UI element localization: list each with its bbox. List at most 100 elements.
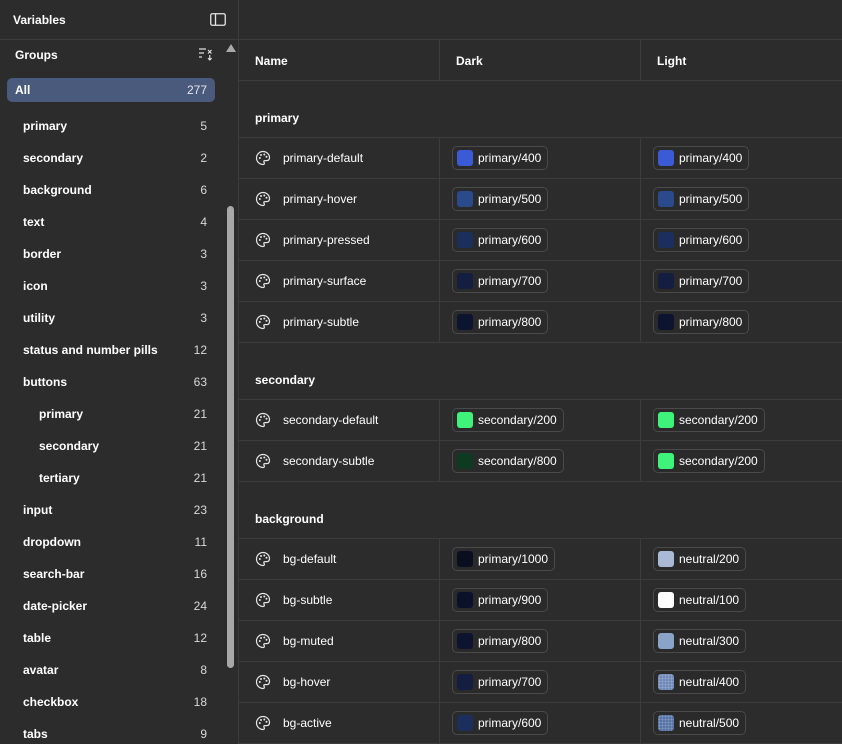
- color-swatch: [658, 273, 674, 289]
- variable-row-secondary-subtle[interactable]: secondary-subtle secondary/800 secondary/2…: [239, 441, 842, 482]
- cell-divider: [439, 580, 440, 620]
- dark-value-pill[interactable]: secondary/800: [452, 449, 564, 473]
- light-value-pill[interactable]: primary/700: [653, 269, 750, 293]
- column-header-light[interactable]: Light: [657, 54, 686, 68]
- light-value-pill[interactable]: neutral/400: [653, 670, 747, 694]
- variable-row-bg-hover[interactable]: bg-hover primary/700 neutral/400: [239, 662, 842, 703]
- group-item-secondary[interactable]: secondary 2: [7, 142, 215, 174]
- group-item-input[interactable]: input 23: [7, 494, 215, 526]
- light-value-pill[interactable]: neutral/300: [653, 629, 747, 653]
- variable-name[interactable]: secondary-default: [283, 413, 378, 427]
- variable-row-primary-pressed[interactable]: primary-pressed primary/600 primary/600: [239, 220, 842, 261]
- variable-row-bg-default[interactable]: bg-default primary/1000 neutral/200: [239, 539, 842, 580]
- light-value-pill[interactable]: primary/600: [653, 228, 750, 252]
- scroll-up-arrow-icon[interactable]: [226, 44, 236, 52]
- column-header-row: Name Dark Light: [239, 40, 842, 81]
- main-topbar: [239, 0, 842, 40]
- variable-name[interactable]: bg-hover: [283, 675, 330, 689]
- group-count: 4: [200, 215, 207, 229]
- group-item-background[interactable]: background 6: [7, 174, 215, 206]
- group-item-tertiary[interactable]: tertiary 21: [7, 462, 215, 494]
- group-item-icon[interactable]: icon 3: [7, 270, 215, 302]
- column-divider: [439, 40, 440, 81]
- sidebar-header: Variables: [0, 0, 238, 40]
- variable-name[interactable]: bg-subtle: [283, 593, 332, 607]
- group-label: background: [23, 183, 92, 197]
- dark-value-pill[interactable]: primary/400: [452, 146, 549, 170]
- group-item-avatar[interactable]: avatar 8: [7, 654, 215, 686]
- groups-heading: Groups: [15, 48, 58, 62]
- group-item-table[interactable]: table 12: [7, 622, 215, 654]
- dark-value-pill[interactable]: primary/900: [452, 588, 549, 612]
- dark-value-pill[interactable]: primary/700: [452, 269, 549, 293]
- dark-value-pill[interactable]: primary/800: [452, 629, 549, 653]
- group-item-text[interactable]: text 4: [7, 206, 215, 238]
- group-item-primary[interactable]: primary 21: [7, 398, 215, 430]
- variable-name[interactable]: primary-pressed: [283, 233, 370, 247]
- variable-name[interactable]: secondary-subtle: [283, 454, 374, 468]
- group-item-secondary[interactable]: secondary 21: [7, 430, 215, 462]
- color-swatch: [658, 592, 674, 608]
- color-swatch: [658, 674, 674, 690]
- light-value-pill[interactable]: neutral/500: [653, 711, 747, 735]
- group-item-utility[interactable]: utility 3: [7, 302, 215, 334]
- dark-value-pill[interactable]: primary/1000: [452, 547, 556, 571]
- sidebar-scrollbar-thumb[interactable]: [227, 206, 234, 668]
- value-alias-text: neutral/100: [679, 593, 740, 607]
- dark-value-pill[interactable]: secondary/200: [452, 408, 564, 432]
- group-item-dropdown[interactable]: dropdown 11: [7, 526, 215, 558]
- variable-row-secondary-default[interactable]: secondary-default secondary/200 secondary/…: [239, 400, 842, 441]
- variable-name[interactable]: primary-hover: [283, 192, 357, 206]
- section-header-background: background: [239, 482, 842, 539]
- cell-divider: [439, 138, 440, 178]
- variable-name[interactable]: primary-subtle: [283, 315, 359, 329]
- group-item-checkbox[interactable]: checkbox 18: [7, 686, 215, 718]
- dark-value-pill[interactable]: primary/600: [452, 228, 549, 252]
- column-header-name[interactable]: Name: [255, 54, 288, 68]
- variable-row-bg-muted[interactable]: bg-muted primary/800 neutral/300: [239, 621, 842, 662]
- group-item-primary[interactable]: primary 5: [7, 110, 215, 142]
- variable-row-primary-hover[interactable]: primary-hover primary/500 primary/500: [239, 179, 842, 220]
- toggle-sidebar-icon[interactable]: [210, 13, 226, 26]
- group-item-border[interactable]: border 3: [7, 238, 215, 270]
- group-label: primary: [23, 119, 68, 133]
- variable-rows: primary primary-default primary/400 primary…: [239, 81, 842, 744]
- group-item-buttons[interactable]: buttons 63: [7, 366, 215, 398]
- light-value-pill[interactable]: secondary/200: [653, 408, 765, 432]
- cell-divider: [640, 220, 641, 260]
- light-value-pill[interactable]: secondary/200: [653, 449, 765, 473]
- group-item-tabs[interactable]: tabs 9: [7, 718, 215, 744]
- cell-divider: [640, 400, 641, 440]
- value-alias-text: primary/700: [478, 675, 542, 689]
- variable-name[interactable]: bg-muted: [283, 634, 334, 648]
- column-header-dark[interactable]: Dark: [456, 54, 483, 68]
- color-swatch: [658, 633, 674, 649]
- light-value-pill[interactable]: neutral/200: [653, 547, 747, 571]
- variable-row-primary-default[interactable]: primary-default primary/400 primary/400: [239, 138, 842, 179]
- group-item-date-picker[interactable]: date-picker 24: [7, 590, 215, 622]
- dark-value-pill[interactable]: primary/700: [452, 670, 549, 694]
- variable-name[interactable]: primary-surface: [283, 274, 366, 288]
- variable-row-primary-surface[interactable]: primary-surface primary/700 primary/700: [239, 261, 842, 302]
- light-value-pill[interactable]: primary/800: [653, 310, 750, 334]
- variable-name[interactable]: primary-default: [283, 151, 363, 165]
- color-swatch: [457, 412, 473, 428]
- value-alias-text: primary/500: [679, 192, 743, 206]
- variable-row-primary-subtle[interactable]: primary-subtle primary/800 primary/800: [239, 302, 842, 343]
- group-count: 9: [200, 727, 207, 741]
- group-item-search-bar[interactable]: search-bar 16: [7, 558, 215, 590]
- light-value-pill[interactable]: primary/400: [653, 146, 750, 170]
- group-item-All[interactable]: All 277: [7, 78, 215, 102]
- sidebar-title: Variables: [13, 13, 66, 27]
- light-value-pill[interactable]: neutral/100: [653, 588, 747, 612]
- dark-value-pill[interactable]: primary/500: [452, 187, 549, 211]
- light-value-pill[interactable]: primary/500: [653, 187, 750, 211]
- sort-groups-icon[interactable]: [198, 47, 213, 61]
- variable-name[interactable]: bg-default: [283, 552, 336, 566]
- variable-row-bg-active[interactable]: bg-active primary/600 neutral/500: [239, 703, 842, 744]
- group-item-status-and-number-pills[interactable]: status and number pills 12: [7, 334, 215, 366]
- dark-value-pill[interactable]: primary/600: [452, 711, 549, 735]
- dark-value-pill[interactable]: primary/800: [452, 310, 549, 334]
- variable-name[interactable]: bg-active: [283, 716, 332, 730]
- variable-row-bg-subtle[interactable]: bg-subtle primary/900 neutral/100: [239, 580, 842, 621]
